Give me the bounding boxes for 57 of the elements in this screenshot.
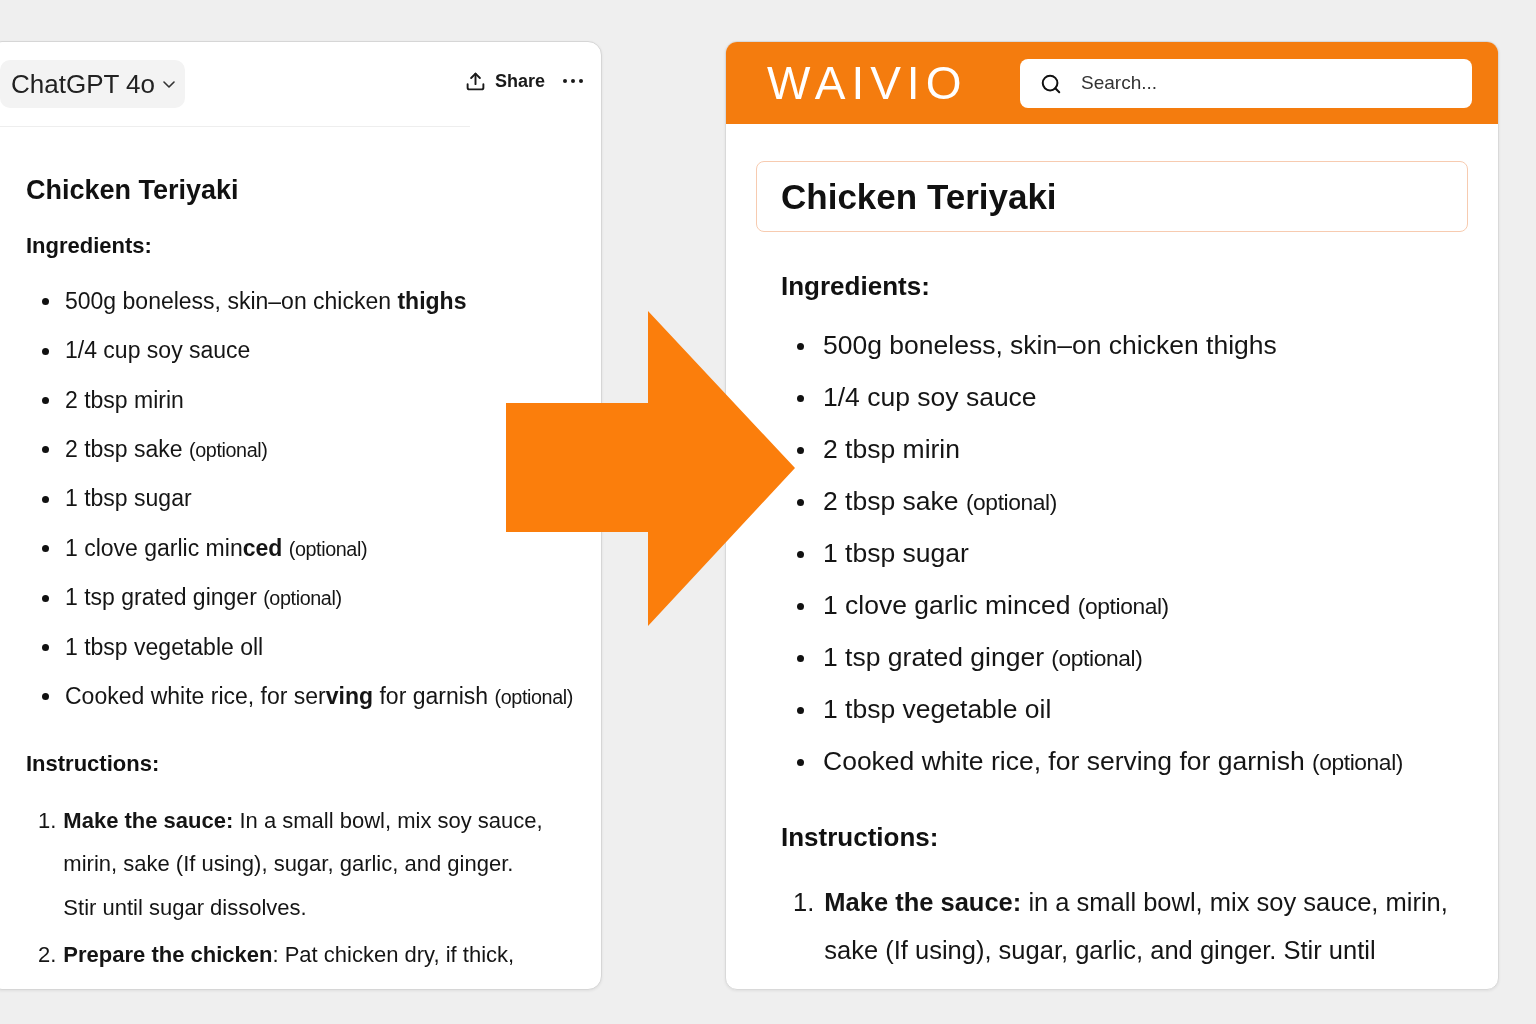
ingredient-text: Cooked white rice, for serving for garnish (optional) [65,683,573,711]
more-options-button[interactable] [563,79,583,83]
more-icon [563,79,583,83]
step-text: Make the sauce: In a small bowl, mix soy sauce, mirin, sake (If using), sugar, garlic, and ginger. Stir until sugar dissolves. [63,806,544,922]
section-heading: Instructions: [781,821,939,854]
share-icon [464,70,486,92]
ingredient-text: 1 tsp grated ginger (optional) [65,584,342,612]
bullet-icon [797,758,804,766]
bullet-icon [41,446,49,454]
ingredient-text: 1 clove garlic minced (optional) [65,534,368,563]
ingredient-text: 2 tbsp mirin [65,386,184,415]
section-heading: Instructions: [26,749,160,778]
section-heading: Ingredients: [781,270,930,303]
ingredient-text: 2 tbsp sake (optional) [823,486,1057,518]
bullet-icon [797,394,804,402]
ingredient-text: 1 tsp grated ginger (optional) [823,642,1143,674]
bullet-icon [797,654,804,662]
ingredient-text: Cooked white rice, for serving for garnish (optional) [823,746,1403,778]
search-field[interactable]: Search... [1020,58,1472,108]
bullet-icon [41,396,49,404]
ingredient-text: 500g boneless, skin–on chicken thighs [823,330,1277,362]
ingredient-text: 1 clove garlic minced (optional) [823,590,1169,622]
ingredient-text: 2 tbsp mirin [823,434,960,466]
ingredient-text: 1 tbsp sugar [823,538,969,570]
bullet-icon [797,550,804,558]
ingredient-text: 2 tbsp sake (optional) [65,436,268,464]
bullet-icon [797,602,804,610]
ingredient-text: 1/4 cup soy sauce [65,337,251,365]
bullet-icon [41,298,49,306]
chevron-down-icon [163,80,176,88]
bullet-icon [41,693,49,701]
site-logo: WAIVIO [767,60,968,106]
search-icon [1040,72,1062,95]
ingredient-text: 1/4 cup soy sauce [823,382,1037,414]
step-number: 2. [38,940,57,969]
ingredient-text: 1 tbsp vegetable oil [823,694,1052,726]
step-text: Prepare the chicken: Pat chicken dry, if thick, [63,940,516,969]
recipe-title: Chicken Teriyaki [26,174,239,207]
step-number: 1. [38,806,57,835]
bullet-icon [797,498,804,506]
bullet-icon [797,706,804,714]
ingredient-text: 1 tbsp sugar [65,485,192,514]
bullet-icon [41,643,49,651]
section-heading: Ingredients: [26,232,152,260]
step-number: 1. [793,887,815,918]
ingredient-text: 500g boneless, skin–on chicken thighs [65,287,467,316]
share-button[interactable]: Share [464,70,545,92]
bullet-icon [797,342,804,350]
bullet-icon [41,594,49,602]
recipe-title: Chicken Teriyaki [781,175,1057,218]
step-text: Make the sauce: in a small bowl, mix soy sauce, mirin, sake (If using), sugar, garlic, and ginger. Stir until [824,887,1449,966]
model-selector[interactable]: ChatGPT 4o [0,60,186,108]
bullet-icon [41,545,49,553]
bullet-icon [41,495,49,503]
bullet-icon [41,347,49,355]
bullet-icon [797,446,804,454]
ingredient-text: 1 tbsp vegetable oll [65,633,264,662]
